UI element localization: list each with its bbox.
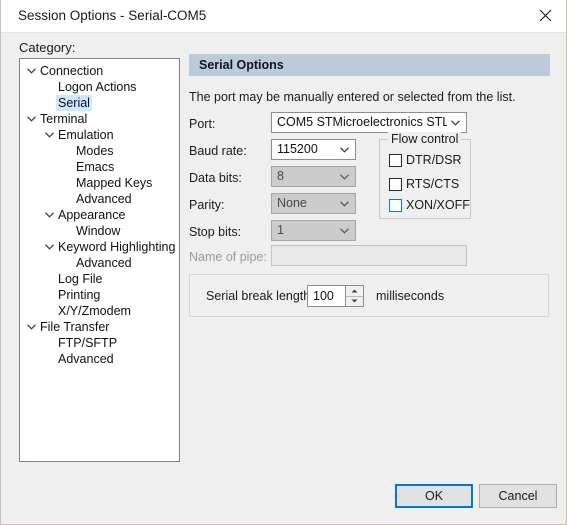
- sidebar-item-serial[interactable]: Serial: [20, 95, 179, 111]
- category-label: Category:: [19, 40, 76, 55]
- window-title: Session Options - Serial-COM5: [18, 8, 207, 23]
- sidebar-item-modes[interactable]: Modes: [20, 143, 179, 159]
- sidebar-item-label: Modes: [76, 144, 114, 158]
- sidebar-item-label: Printing: [58, 288, 101, 302]
- checkbox-icon: [389, 153, 402, 167]
- session-options-dialog: Session Options - Serial-COM5 Category: …: [0, 0, 567, 525]
- flow-control-title: Flow control: [388, 132, 462, 146]
- sidebar-item-printing[interactable]: Printing: [20, 287, 179, 303]
- chevron-down-icon: [448, 113, 462, 132]
- sidebar-item-label: Emacs: [76, 160, 115, 174]
- title-bar: Session Options - Serial-COM5: [1, 0, 566, 33]
- baud-rate-combobox[interactable]: 115200: [271, 139, 356, 160]
- chevron-down-icon: [337, 194, 351, 213]
- sidebar-item-ftp-sftp[interactable]: FTP/SFTP: [20, 335, 179, 351]
- sidebar-item-label: Connection: [40, 64, 104, 78]
- sidebar-item-advanced[interactable]: Advanced: [20, 351, 179, 367]
- sidebar-item-mapped-keys[interactable]: Mapped Keys: [20, 175, 179, 191]
- flow-control-xon-xoff[interactable]: XON/XOFF: [389, 198, 470, 212]
- stop-bits-combobox[interactable]: 1: [271, 220, 356, 241]
- category-tree[interactable]: Connection Logon Actions Serial Terminal Emu…: [19, 58, 180, 462]
- baud-rate-label: Baud rate:: [189, 144, 247, 158]
- sidebar-item-emacs[interactable]: Emacs: [20, 159, 179, 175]
- sidebar-item-log-file[interactable]: Log File: [20, 271, 179, 287]
- port-value: COM5 STMicroelectronics STLink Virt: [277, 115, 447, 129]
- checkbox-icon: [389, 198, 402, 212]
- sidebar-item-label: Appearance: [58, 208, 126, 222]
- serial-break-group: Serial break length: 100 milliseconds: [189, 274, 549, 317]
- flow-control-rts-cts-label: RTS/CTS: [406, 177, 460, 191]
- port-combobox[interactable]: COM5 STMicroelectronics STLink Virt: [271, 112, 467, 133]
- data-bits-value: 8: [277, 169, 284, 183]
- parity-combobox[interactable]: None: [271, 193, 356, 214]
- data-bits-combobox[interactable]: 8: [271, 166, 356, 187]
- flow-control-group: Flow control DTR/DSR RTS/CTS XON/XOFF: [379, 132, 471, 219]
- sidebar-item-label: Advanced: [58, 352, 114, 366]
- pane-description: The port may be manually entered or sele…: [189, 90, 516, 104]
- stepper-buttons: [345, 286, 363, 306]
- flow-control-dtr-dsr[interactable]: DTR/DSR: [389, 153, 462, 167]
- sidebar-item-label: Emulation: [58, 128, 114, 142]
- sidebar-item-file-transfer[interactable]: File Transfer: [20, 319, 179, 335]
- sidebar-item-emulation[interactable]: Emulation: [20, 127, 179, 143]
- flow-control-rts-cts[interactable]: RTS/CTS: [389, 177, 459, 191]
- sidebar-item-label: Mapped Keys: [76, 176, 153, 190]
- data-bits-label: Data bits:: [189, 171, 242, 185]
- sidebar-item-connection[interactable]: Connection: [20, 63, 179, 79]
- close-icon[interactable]: [523, 0, 566, 31]
- sidebar-item-label: Advanced: [76, 256, 132, 270]
- parity-label: Parity:: [189, 198, 225, 212]
- stepper-down-icon[interactable]: [346, 296, 363, 306]
- sidebar-item-label: Serial: [56, 95, 92, 111]
- stop-bits-label: Stop bits:: [189, 225, 242, 239]
- sidebar-item-label: File Transfer: [40, 320, 110, 334]
- chevron-down-icon[interactable]: [24, 63, 38, 79]
- name-of-pipe-input[interactable]: [271, 245, 467, 266]
- stop-bits-value: 1: [277, 223, 284, 237]
- flow-control-xon-xoff-label: XON/XOFF: [406, 198, 470, 212]
- chevron-down-icon[interactable]: [42, 239, 56, 255]
- serial-break-value: 100: [313, 289, 334, 303]
- pane-header-title: Serial Options: [199, 58, 284, 72]
- cancel-button[interactable]: Cancel: [479, 484, 557, 508]
- baud-rate-value: 115200: [277, 142, 318, 156]
- flow-control-dtr-dsr-label: DTR/DSR: [406, 153, 462, 167]
- chevron-down-icon: [337, 221, 351, 240]
- stepper-up-icon[interactable]: [346, 286, 363, 297]
- sidebar-item-x-y-zmodem[interactable]: X/Y/Zmodem: [20, 303, 179, 319]
- serial-break-unit: milliseconds: [376, 289, 445, 303]
- checkbox-icon: [389, 177, 402, 191]
- chevron-down-icon[interactable]: [24, 111, 38, 127]
- sidebar-item-label: FTP/SFTP: [58, 336, 118, 350]
- sidebar-item-label: Terminal: [40, 112, 88, 126]
- serial-break-stepper[interactable]: 100: [307, 285, 364, 307]
- sidebar-item-window[interactable]: Window: [20, 223, 179, 239]
- sidebar-item-appearance[interactable]: Appearance: [20, 207, 179, 223]
- sidebar-item-label: Keyword Highlighting: [58, 240, 176, 254]
- sidebar-item-advanced[interactable]: Advanced: [20, 255, 179, 271]
- sidebar-item-terminal[interactable]: Terminal: [20, 111, 179, 127]
- sidebar-item-label: Window: [76, 224, 121, 238]
- sidebar-item-keyword-highlighting[interactable]: Keyword Highlighting: [20, 239, 179, 255]
- sidebar-item-advanced[interactable]: Advanced: [20, 191, 179, 207]
- ok-button[interactable]: OK: [395, 484, 473, 508]
- parity-value: None: [277, 196, 307, 210]
- chevron-down-icon[interactable]: [42, 207, 56, 223]
- serial-break-label: Serial break length:: [206, 289, 314, 303]
- sidebar-item-label: Advanced: [76, 192, 132, 206]
- chevron-down-icon: [337, 167, 351, 186]
- port-label: Port:: [189, 117, 216, 131]
- category-tree-list: Connection Logon Actions Serial Terminal Emu…: [20, 59, 179, 367]
- sidebar-item-label: Logon Actions: [58, 80, 137, 94]
- sidebar-item-logon-actions[interactable]: Logon Actions: [20, 79, 179, 95]
- chevron-down-icon[interactable]: [24, 319, 38, 335]
- chevron-down-icon: [337, 140, 351, 159]
- sidebar-item-label: Log File: [58, 272, 103, 286]
- name-of-pipe-label: Name of pipe:: [189, 250, 267, 264]
- chevron-down-icon[interactable]: [42, 127, 56, 143]
- pane-header: Serial Options: [189, 54, 550, 76]
- sidebar-item-label: X/Y/Zmodem: [58, 304, 131, 318]
